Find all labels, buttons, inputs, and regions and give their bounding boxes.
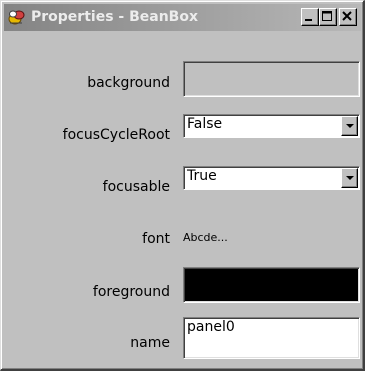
beanbox-app-icon[interactable] bbox=[7, 8, 26, 27]
chevron-down-icon bbox=[346, 124, 354, 128]
foreground-color-swatch[interactable] bbox=[183, 267, 360, 303]
window-title: Properties - BeanBox bbox=[31, 9, 198, 25]
focusable-select[interactable]: True bbox=[183, 166, 360, 190]
focusable-dropdown-button[interactable] bbox=[341, 168, 358, 188]
background-color-swatch[interactable] bbox=[183, 61, 360, 97]
focus-cycle-root-select[interactable]: False bbox=[183, 114, 360, 138]
title-bar[interactable]: Properties - BeanBox bbox=[4, 4, 361, 31]
minimize-button[interactable] bbox=[301, 8, 319, 26]
maximize-icon bbox=[322, 11, 332, 21]
name-value: panel0 bbox=[187, 319, 235, 335]
name-label: name bbox=[130, 335, 170, 351]
focusable-label: focusable bbox=[102, 179, 170, 195]
close-button[interactable] bbox=[339, 8, 357, 26]
focus-cycle-root-dropdown-button[interactable] bbox=[341, 116, 358, 136]
chevron-down-icon bbox=[346, 176, 354, 180]
foreground-label: foreground bbox=[92, 284, 170, 300]
background-label: background bbox=[87, 75, 170, 91]
focusable-value: True bbox=[187, 168, 217, 184]
focus-cycle-root-value: False bbox=[187, 116, 223, 132]
focus-cycle-root-label: focusCycleRoot bbox=[62, 127, 170, 143]
minimize-icon bbox=[305, 19, 312, 21]
properties-window: Properties - BeanBox background focusCyc… bbox=[0, 0, 365, 371]
font-preview[interactable]: Abcde... bbox=[183, 231, 228, 244]
maximize-button[interactable] bbox=[319, 8, 337, 26]
font-label: font bbox=[142, 231, 170, 247]
name-field[interactable]: panel0 bbox=[183, 317, 360, 359]
close-icon bbox=[342, 11, 352, 21]
